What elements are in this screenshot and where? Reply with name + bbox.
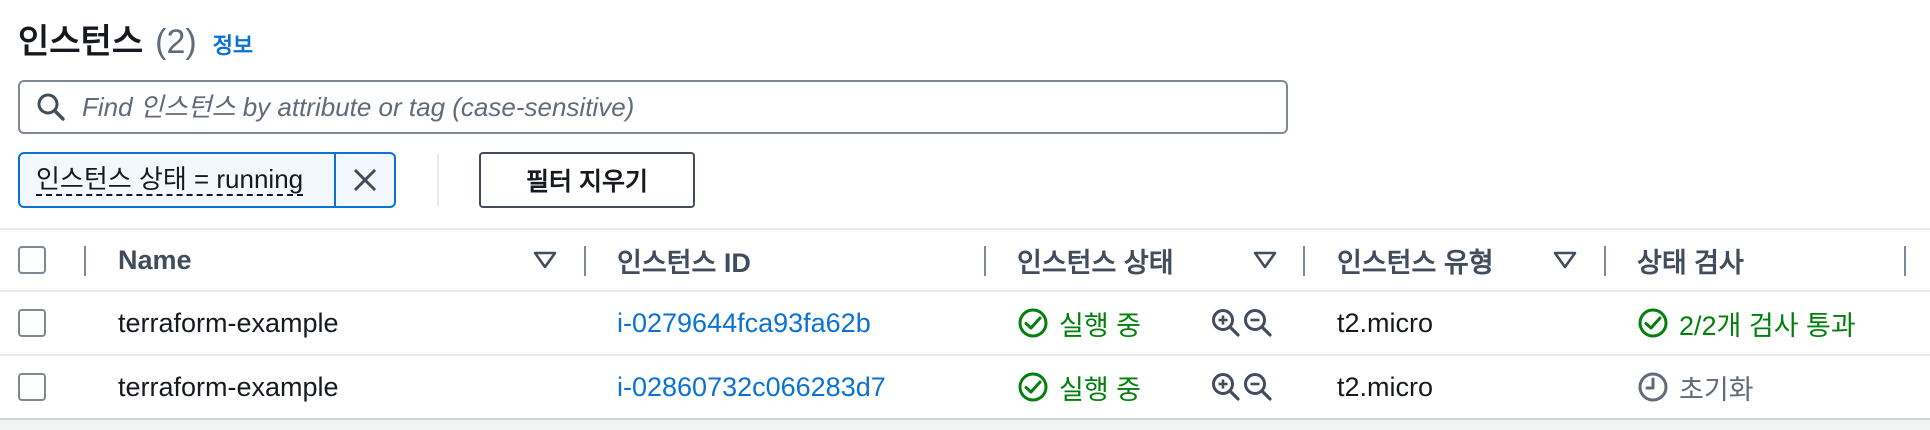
- instance-state: 실행 중: [1017, 356, 1141, 418]
- zoom-in-icon[interactable]: [1211, 308, 1241, 338]
- instance-type: t2.micro: [1337, 371, 1434, 402]
- zoom-controls: [1211, 356, 1273, 418]
- zoom-in-icon[interactable]: [1211, 372, 1241, 402]
- select-all-checkbox[interactable]: [18, 246, 46, 274]
- filter-token-dismiss-button[interactable]: [334, 154, 394, 206]
- instance-id-link[interactable]: i-0279644fca93fa62b: [617, 292, 871, 354]
- column-divider[interactable]: [584, 246, 586, 276]
- row-checkbox[interactable]: [18, 373, 46, 401]
- filter-divider: [437, 154, 439, 206]
- instance-name: terraform-example: [118, 371, 339, 402]
- status-check: 2/2개 검사 통과: [1637, 292, 1856, 354]
- check-circle-icon: [1017, 371, 1049, 403]
- instance-name: terraform-example: [118, 307, 339, 338]
- sort-triangle-icon[interactable]: [531, 246, 559, 274]
- check-circle-icon: [1637, 307, 1669, 339]
- column-divider[interactable]: [1604, 246, 1606, 276]
- column-divider[interactable]: [1303, 246, 1305, 276]
- filter-token-label[interactable]: 인스턴스 상태 = running: [20, 154, 334, 206]
- column-header-name[interactable]: Name: [118, 230, 192, 290]
- instance-id-link[interactable]: i-02860732c066283d7: [617, 356, 886, 418]
- column-header-status-check[interactable]: 상태 검사: [1637, 230, 1744, 290]
- info-link[interactable]: 정보: [213, 28, 253, 60]
- search-icon: [34, 90, 68, 124]
- instance-type: t2.micro: [1337, 307, 1434, 338]
- column-header-instance-state[interactable]: 인스턴스 상태: [1017, 230, 1174, 290]
- search-box: [18, 80, 1288, 134]
- sort-triangle-icon[interactable]: [1251, 246, 1279, 274]
- instance-count: (2): [155, 23, 197, 61]
- page-title: 인스턴스: [18, 23, 144, 61]
- instance-state: 실행 중: [1017, 292, 1141, 354]
- column-header-instance-type[interactable]: 인스턴스 유형: [1337, 230, 1494, 290]
- zoom-out-icon[interactable]: [1243, 372, 1273, 402]
- column-divider[interactable]: [1904, 246, 1906, 276]
- filter-token: 인스턴스 상태 = running: [18, 152, 396, 208]
- clock-icon: [1637, 371, 1669, 403]
- zoom-controls: [1211, 292, 1273, 354]
- column-divider[interactable]: [84, 246, 86, 276]
- close-icon: [352, 167, 378, 193]
- status-check: 초기화: [1637, 356, 1754, 418]
- row-checkbox[interactable]: [18, 309, 46, 337]
- column-header-instance-id[interactable]: 인스턴스 ID: [617, 230, 751, 290]
- table-header: 인스턴스 (2) 정보: [18, 14, 253, 64]
- column-divider[interactable]: [984, 246, 986, 276]
- table-header-row: Name 인스턴스 ID 인스턴스 상태 인스턴스 유형 상태 검사: [0, 230, 1930, 292]
- table-footer-background: [0, 420, 1930, 430]
- check-circle-icon: [1017, 307, 1049, 339]
- table-row[interactable]: terraform-example i-0279644fca93fa62b 실행…: [0, 292, 1930, 356]
- search-input[interactable]: [80, 84, 1286, 130]
- sort-triangle-icon[interactable]: [1551, 246, 1579, 274]
- table-row[interactable]: terraform-example i-02860732c066283d7 실행…: [0, 356, 1930, 420]
- clear-filters-button[interactable]: 필터 지우기: [479, 152, 695, 208]
- zoom-out-icon[interactable]: [1243, 308, 1273, 338]
